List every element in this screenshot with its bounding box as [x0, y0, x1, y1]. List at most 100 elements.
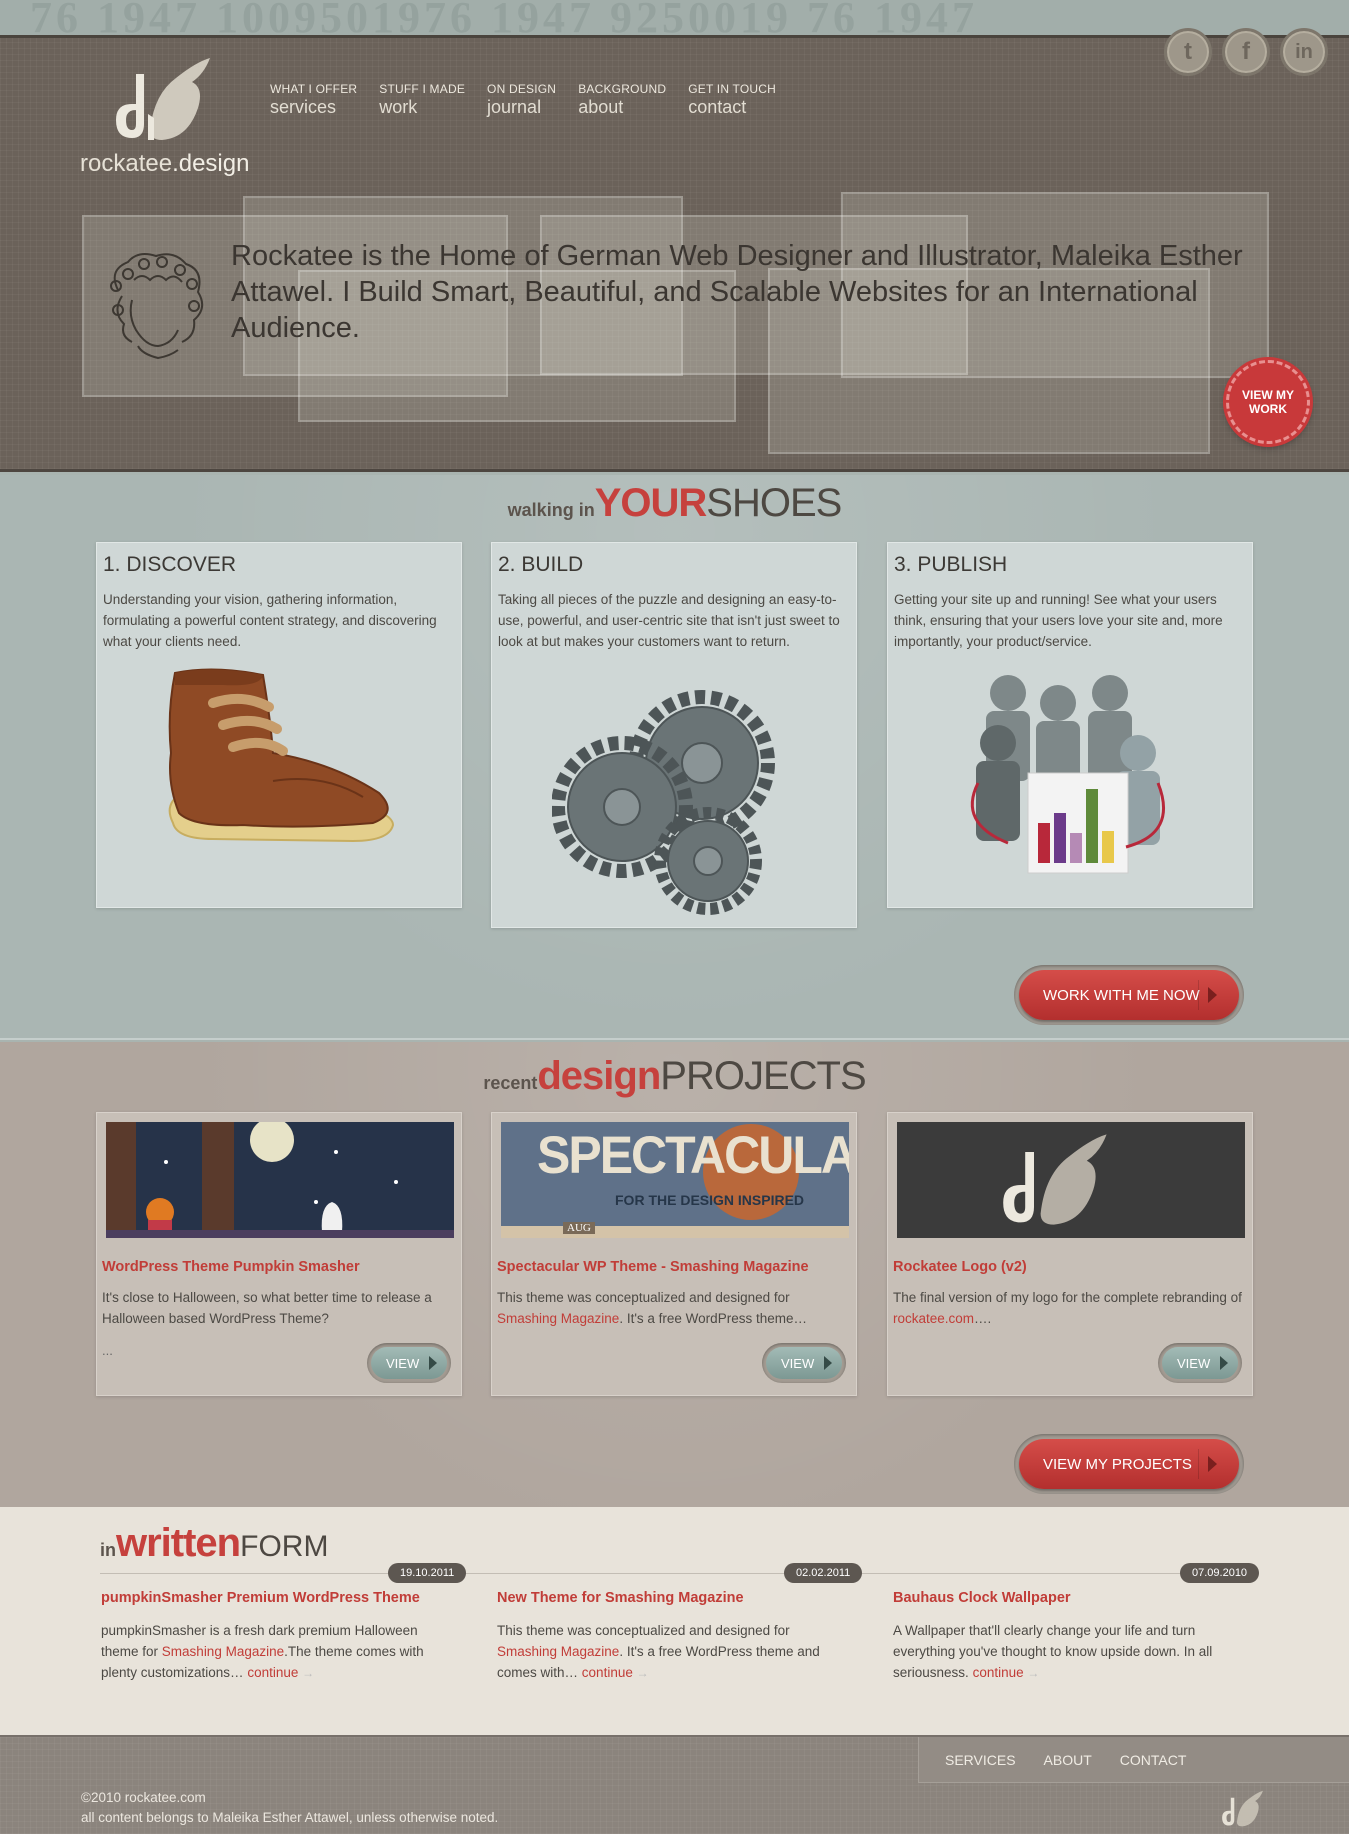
- post-date-badge: 19.10.2011: [388, 1563, 467, 1583]
- post-title-link[interactable]: pumpkinSmasher Premium WordPress Theme: [101, 1590, 420, 1606]
- nav-item-contact[interactable]: GET IN TOUCH contact: [688, 82, 776, 118]
- project-thumbnail[interactable]: SPECTACULAR FOR THE DESIGN INSPIRED AUG: [501, 1122, 849, 1238]
- nav-item-about[interactable]: BACKGROUND about: [578, 82, 666, 118]
- logo-wordmark: rockatee.design: [80, 150, 249, 178]
- site-logo[interactable]: rockatee.design: [80, 54, 250, 177]
- step-text: Getting your site up and running! See wh…: [894, 592, 1223, 649]
- view-my-projects-button[interactable]: VIEW MY PROJECTS: [1014, 1434, 1244, 1494]
- post-title-link[interactable]: Bauhaus Clock Wallpaper: [893, 1590, 1071, 1606]
- twitter-icon[interactable]: t: [1164, 28, 1212, 76]
- copyright-line: ©2010 rockatee.com: [81, 1790, 206, 1805]
- section-title: recentdesignPROJECTS: [0, 1054, 1349, 1099]
- logo-suffix: .design: [172, 150, 250, 177]
- project-ellipsis: ...: [102, 1343, 113, 1358]
- thumbnail-headline: SPECTACULAR: [537, 1125, 849, 1185]
- step-title: 1. DISCOVER: [103, 553, 237, 576]
- linkedin-icon[interactable]: in: [1280, 28, 1328, 76]
- blog-section: inwrittenFORM 19.10.2011 pumpkinSmasher …: [0, 1507, 1349, 1735]
- project-view-button[interactable]: VIEW: [367, 1343, 451, 1383]
- copyright: ©2010 rockatee.com all content belongs t…: [81, 1788, 498, 1828]
- project-thumbnail[interactable]: [897, 1122, 1245, 1238]
- nav-item-journal[interactable]: ON DESIGN journal: [487, 82, 556, 118]
- project-view-button[interactable]: VIEW: [762, 1343, 846, 1383]
- footer-logo-icon[interactable]: [1218, 1789, 1268, 1829]
- butterfly-logo-icon: [116, 58, 210, 140]
- step-title: 2. BUILD: [498, 553, 584, 576]
- audience-chart-icon: [970, 675, 1166, 874]
- process-section: walking inYOURSHOES 1. DISCOVER Understa…: [0, 475, 1349, 1040]
- nav-item-caption: STUFF I MADE: [379, 82, 466, 96]
- step-card-discover: 1. DISCOVER Understanding your vision, g…: [96, 542, 462, 908]
- project-thumbnail[interactable]: [106, 1122, 454, 1238]
- footer-nav-about[interactable]: ABOUT: [1044, 1752, 1092, 1768]
- work-with-me-label: WORK WITH ME NOW: [1043, 986, 1200, 1004]
- arrow-right-icon: [429, 1356, 437, 1370]
- nav-item-label: services: [270, 97, 337, 117]
- step-card-publish: 3. PUBLISH Getting your site up and runn…: [887, 542, 1253, 908]
- post-title-link[interactable]: New Theme for Smashing Magazine: [497, 1590, 744, 1606]
- rockatee-link[interactable]: rockatee.com: [893, 1311, 974, 1326]
- continue-link[interactable]: continue: [582, 1665, 633, 1680]
- continue-link[interactable]: continue: [247, 1665, 298, 1680]
- text-segment: This theme was conceptualized and design…: [497, 1623, 790, 1638]
- thumbnail-month: AUG: [563, 1222, 595, 1234]
- thumbnail-subline: FOR THE DESIGN INSPIRED: [615, 1192, 805, 1208]
- arrow-right-icon: →: [302, 1666, 315, 1680]
- step-text: Understanding your vision, gathering inf…: [103, 592, 437, 649]
- footer-nav-contact[interactable]: CONTACT: [1120, 1752, 1187, 1768]
- arrow-right-icon: [1208, 987, 1217, 1003]
- facebook-icon[interactable]: f: [1222, 28, 1270, 76]
- project-view-button[interactable]: VIEW: [1158, 1343, 1242, 1383]
- nav-item-label: contact: [688, 97, 747, 117]
- continue-link[interactable]: continue: [973, 1665, 1024, 1680]
- arrow-right-icon: [1220, 1356, 1228, 1370]
- project-title-link[interactable]: WordPress Theme Pumpkin Smasher: [102, 1259, 360, 1275]
- rights-line: all content belongs to Maleika Esther At…: [81, 1810, 499, 1825]
- section-title-pre: walking in: [507, 500, 595, 520]
- step-text: Taking all pieces of the puzzle and desi…: [498, 592, 840, 649]
- portrait-illustration-icon: [110, 253, 204, 360]
- projects-section: recentdesignPROJECTS WordPress Theme Pum…: [0, 1042, 1349, 1507]
- view-label: VIEW: [386, 1355, 420, 1371]
- pumpkin-smasher-thumbnail-icon: [106, 1122, 454, 1238]
- section-title-highlight: YOUR: [594, 481, 708, 525]
- arrow-right-icon: →: [636, 1666, 649, 1680]
- nav-item-label: about: [578, 97, 624, 117]
- step-card-build: 2. BUILD Taking all pieces of the puzzle…: [491, 542, 857, 928]
- footer-nav: SERVICES ABOUT CONTACT: [918, 1737, 1349, 1783]
- arrow-right-icon: [824, 1356, 832, 1370]
- text-segment: A Wallpaper that'll clearly change your …: [893, 1623, 1213, 1680]
- smashing-magazine-link[interactable]: Smashing Magazine: [497, 1311, 619, 1326]
- work-with-me-button[interactable]: WORK WITH ME NOW: [1014, 965, 1244, 1025]
- project-description: The final version of my logo for the com…: [893, 1287, 1243, 1329]
- section-title-highlight: design: [537, 1054, 661, 1098]
- smashing-magazine-link[interactable]: Smashing Magazine: [497, 1644, 619, 1659]
- project-title-link[interactable]: Spectacular WP Theme - Smashing Magazine: [497, 1259, 809, 1275]
- project-card: WordPress Theme Pumpkin Smasher It's clo…: [96, 1112, 462, 1396]
- project-description: This theme was conceptualized and design…: [497, 1287, 847, 1329]
- view-label: VIEW: [1177, 1355, 1211, 1371]
- post-date-badge: 02.02.2011: [784, 1563, 863, 1583]
- footer-nav-services[interactable]: SERVICES: [945, 1752, 1016, 1768]
- section-title-pre: recent: [483, 1073, 538, 1093]
- text-segment: This theme was conceptualized and design…: [497, 1290, 790, 1305]
- nav-item-work[interactable]: STUFF I MADE work: [379, 82, 465, 118]
- view-label: VIEW: [781, 1355, 815, 1371]
- main-nav: WHAT I OFFER services STUFF I MADE work ON…: [270, 82, 798, 118]
- shoe-icon: [168, 668, 395, 843]
- section-title-post: SHOES: [706, 481, 842, 525]
- post-excerpt: A Wallpaper that'll clearly change your …: [893, 1620, 1243, 1684]
- section-title-highlight: written: [116, 1521, 241, 1565]
- rockatee-logo-thumbnail-icon: [897, 1122, 1245, 1238]
- view-my-work-button[interactable]: VIEW MY WORK: [1226, 360, 1310, 444]
- project-title-link[interactable]: Rockatee Logo (v2): [893, 1259, 1027, 1275]
- site-footer: SERVICES ABOUT CONTACT ©2010 rockatee.co…: [0, 1735, 1349, 1834]
- gears-icon: [552, 690, 775, 915]
- arrow-right-icon: [1208, 1456, 1217, 1472]
- project-description: It's close to Halloween, so what better …: [102, 1290, 432, 1326]
- section-title-post: PROJECTS: [660, 1054, 866, 1098]
- smashing-magazine-link[interactable]: Smashing Magazine: [162, 1644, 284, 1659]
- nav-item-services[interactable]: WHAT I OFFER services: [270, 82, 357, 118]
- section-title-pre: in: [100, 1540, 116, 1560]
- arrow-right-icon: →: [1027, 1666, 1040, 1680]
